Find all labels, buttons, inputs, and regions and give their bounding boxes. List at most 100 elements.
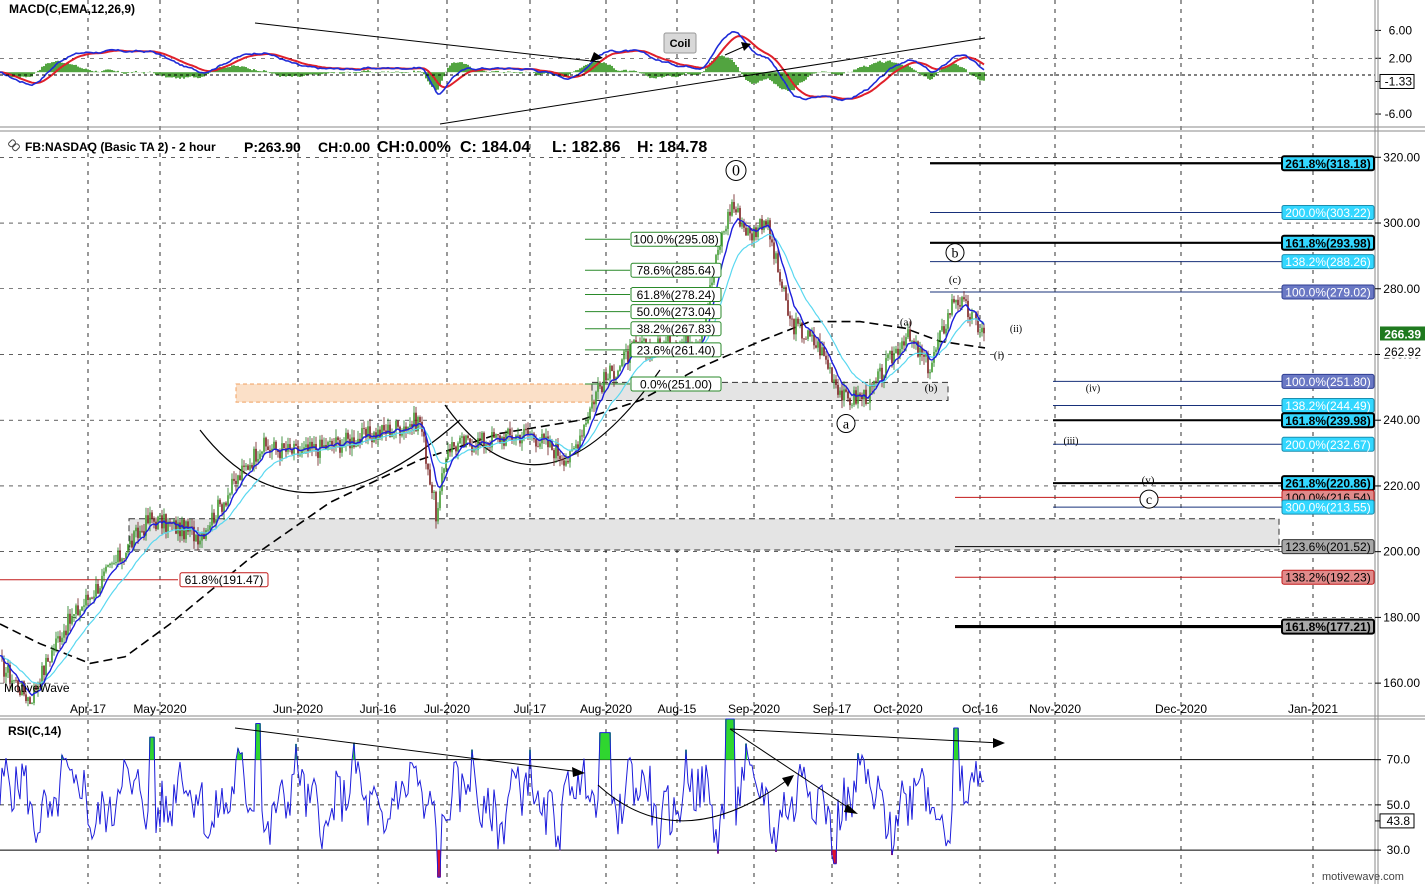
price-tick: 320.00 <box>1383 150 1420 164</box>
histogram-bar <box>639 72 641 73</box>
candle <box>453 442 455 446</box>
candle <box>725 229 727 231</box>
histogram-bar <box>921 72 923 75</box>
histogram-bar <box>961 67 963 72</box>
stat-value: H: 184.78 <box>637 139 707 156</box>
histogram-bar <box>521 72 523 73</box>
histogram-bar <box>631 71 633 72</box>
wave-label: (c) <box>949 274 962 286</box>
candle <box>355 446 357 447</box>
histogram-bar <box>815 72 817 73</box>
histogram-bar <box>673 72 675 76</box>
histogram-bar <box>573 71 575 72</box>
histogram-bar <box>249 69 251 72</box>
extension-label: 161.8%(293.98) <box>1285 236 1370 250</box>
time-tick: Aug-15 <box>658 702 697 716</box>
candle <box>267 446 269 450</box>
candle <box>601 386 603 392</box>
histogram-bar <box>165 72 167 77</box>
candle <box>931 363 933 372</box>
candle <box>47 658 49 662</box>
candle <box>249 465 251 470</box>
histogram-bar <box>449 66 451 73</box>
histogram-bar <box>183 72 185 79</box>
candle <box>373 432 375 442</box>
candle <box>879 368 881 372</box>
candle <box>823 347 825 356</box>
candle <box>763 221 765 230</box>
candle <box>437 508 439 521</box>
histogram-bar <box>797 72 799 85</box>
histogram-bar <box>907 65 909 72</box>
histogram-bar <box>883 63 885 72</box>
histogram-bar <box>125 72 127 74</box>
chart-canvas[interactable]: Coil MACD(C,EMA,12,26,9) 6.002.00-1.33-6… <box>0 0 1425 884</box>
candle <box>635 340 637 342</box>
histogram-bar <box>613 68 615 72</box>
candle <box>81 607 83 611</box>
histogram-bar <box>225 68 227 72</box>
candle <box>111 563 113 564</box>
price-tag-label: 262.92 <box>1384 345 1421 359</box>
candle <box>121 558 123 561</box>
wave-label: (v) <box>1142 474 1155 486</box>
retracement-label: 0.0%(251.00) <box>640 378 712 392</box>
extension-label: 161.8%(239.98) <box>1285 414 1370 428</box>
histogram-bar <box>227 67 229 72</box>
histogram-bar <box>483 71 485 73</box>
candle <box>605 372 607 380</box>
candle <box>833 379 835 382</box>
histogram-bar <box>343 72 345 73</box>
histogram-bar <box>617 71 619 73</box>
histogram-bar <box>171 72 173 77</box>
candle <box>105 567 107 572</box>
histogram-bar <box>911 68 913 72</box>
histogram-bar <box>615 70 617 72</box>
rsi-overbought-fill <box>239 754 241 760</box>
candle <box>785 287 787 300</box>
candle <box>93 597 95 599</box>
histogram-bar <box>355 72 357 73</box>
candle <box>485 444 487 446</box>
histogram-bar <box>643 72 645 73</box>
histogram-bar <box>39 70 41 72</box>
histogram-bar <box>283 72 285 76</box>
histogram-bar <box>229 67 231 72</box>
histogram-bar <box>67 63 69 72</box>
candle <box>237 475 239 484</box>
candle <box>789 316 791 319</box>
histogram-bar <box>453 62 455 72</box>
candle <box>383 425 385 430</box>
histogram-bar <box>919 72 921 74</box>
rsi-overbought-fill <box>955 728 957 760</box>
candle <box>923 355 925 357</box>
histogram-bar <box>81 68 83 72</box>
candle <box>83 605 85 606</box>
extension-label: 100.0%(251.80) <box>1285 375 1370 389</box>
candle <box>839 391 841 395</box>
candle <box>243 466 245 467</box>
candle <box>435 492 437 521</box>
histogram-bar <box>805 72 807 79</box>
candle <box>951 299 953 315</box>
candle <box>459 438 461 443</box>
candle <box>253 449 255 468</box>
histogram-bar <box>515 72 517 73</box>
histogram-bar <box>605 64 607 73</box>
wave-label: 0 <box>732 162 740 179</box>
histogram-bar <box>321 72 323 74</box>
candle <box>625 351 627 352</box>
candle <box>779 272 781 281</box>
histogram-bar <box>279 72 281 77</box>
histogram-bar <box>507 71 509 72</box>
candle <box>261 452 263 454</box>
candle <box>137 528 139 538</box>
candle <box>949 313 951 315</box>
histogram-bar <box>353 72 355 73</box>
time-tick: Jul-17 <box>514 702 547 716</box>
histogram-bar <box>333 72 335 73</box>
candle <box>961 297 963 306</box>
candle <box>845 389 847 391</box>
histogram-bar <box>179 72 181 79</box>
candle <box>195 535 197 541</box>
